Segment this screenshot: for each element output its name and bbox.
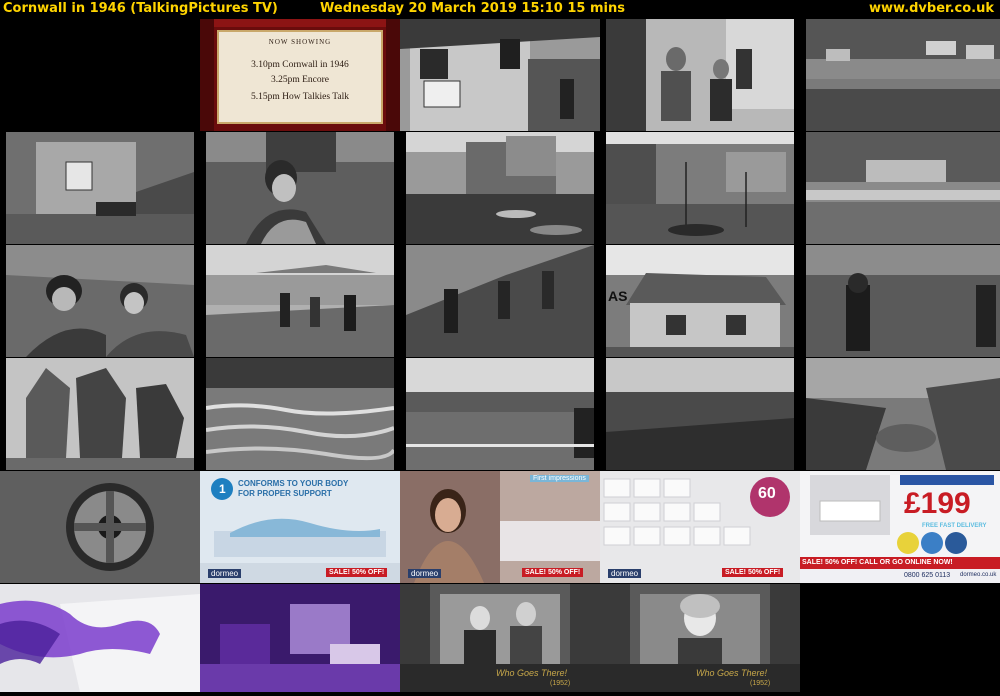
thumbnail-harbour-moored[interactable] — [606, 132, 794, 244]
thumbnail-harbour-boats[interactable] — [406, 132, 594, 244]
thumbnail-film-reel[interactable] — [0, 471, 200, 583]
programme-title: Cornwall in 1946 (TalkingPictures TV) — [3, 1, 278, 16]
thumbnail-who-goes-there-woman[interactable]: Who Goes There! (1952) — [600, 584, 800, 696]
thumbnail-purple-room[interactable] — [200, 584, 400, 696]
thumbnail-purple-smoke[interactable] — [0, 584, 200, 696]
ad-website: dormeo.co.uk — [960, 572, 997, 578]
thumbnail-stone-hut[interactable]: AS — [606, 245, 794, 357]
thumbnail-black[interactable] — [0, 19, 200, 131]
svg-text:1: 1 — [219, 482, 226, 496]
thumbnail-rocky-cove[interactable] — [806, 358, 1000, 470]
site-link[interactable]: www.dvber.co.uk — [869, 0, 994, 18]
thumbnail-stone-cottage[interactable] — [6, 132, 194, 244]
broadcast-datetime: Wednesday 20 March 2019 15:10 15 mins — [320, 1, 625, 16]
thumbnail-foam-ad[interactable]: 60 dormeo SALE! 50% OFF! — [600, 471, 800, 583]
thumbnail-presenter-ad[interactable]: First impressions dormeo SALE! 50% OFF! — [400, 471, 600, 583]
ad-free-delivery: FREE FAST DELIVERY — [922, 523, 987, 529]
thumbnail-cliff-edge[interactable] — [606, 358, 794, 470]
thumbnail-price-ad[interactable]: £199 FREE FAST DELIVERY SALE! 50% OFF! C… — [800, 471, 1000, 583]
ad-headline: CONFORMS TO YOUR BODY FOR PROPER SUPPORT — [238, 479, 349, 498]
thumbnail-men-climbing[interactable] — [806, 245, 1000, 357]
now-showing-heading: NOW SHOWING — [268, 38, 332, 46]
schedule-item: 3.10pm Cornwall in 1946 — [251, 60, 349, 70]
thumbnail-harbour-village[interactable] — [806, 19, 1000, 131]
ad-phone: 0800 625 0113 — [904, 572, 951, 579]
film-year: (1952) — [750, 680, 771, 687]
film-title: Who Goes There! — [696, 668, 768, 678]
svg-text:AS: AS — [608, 288, 627, 304]
ad-badge-number: 60 — [758, 485, 776, 502]
ad-price: £199 — [904, 487, 971, 520]
ad-sale-badge: SALE! 50% OFF! — [722, 568, 784, 577]
film-title: Who Goes There! — [496, 668, 568, 678]
thumbnail-cliff-walkers[interactable] — [206, 245, 394, 357]
ad-brand: dormeo — [408, 569, 442, 578]
ad-brand: dormeo — [208, 569, 242, 578]
thumbnail-grid: NOW SHOWING 3.10pm Cornwall in 1946 3.25… — [0, 19, 1000, 696]
ad-brand: dormeo — [608, 569, 642, 578]
thumbnail-waves-bay[interactable] — [206, 358, 394, 470]
page-header: Cornwall in 1946 (TalkingPictures TV) We… — [0, 0, 1000, 19]
ad-sale-badge: SALE! 50% OFF! — [522, 568, 584, 577]
ad-sale-badge: SALE! 50% OFF! — [326, 568, 388, 577]
thumbnail-now-showing[interactable]: NOW SHOWING 3.10pm Cornwall in 1946 3.25… — [200, 19, 400, 131]
thumbnail-coastal-town[interactable] — [806, 132, 1000, 244]
ad-promo-bar: SALE! 50% OFF! CALL OR GO ONLINE NOW! — [802, 559, 953, 566]
ad-caption: First impressions — [530, 475, 589, 482]
film-year: (1952) — [550, 680, 571, 687]
thumbnail-cottage-street[interactable] — [400, 19, 600, 131]
thumbnail-woman-seated[interactable] — [206, 132, 394, 244]
thumbnail-bay-watcher[interactable] — [406, 358, 594, 470]
thumbnail-who-goes-there-soldiers[interactable]: Who Goes There! (1952) — [400, 584, 600, 696]
thumbnail-people-walking[interactable] — [606, 19, 794, 131]
thumbnail-climbing-hill[interactable] — [406, 245, 594, 357]
thumbnail-deckchair-women[interactable] — [6, 245, 194, 357]
schedule-item: 3.25pm Encore — [270, 75, 330, 85]
thumbnail-mattress-ad[interactable]: 1 CONFORMS TO YOUR BODY FOR PROPER SUPPO… — [200, 471, 400, 583]
thumbnail-rock-stacks[interactable] — [6, 358, 194, 470]
schedule-item: 5.15pm How Talkies Talk — [250, 92, 350, 102]
